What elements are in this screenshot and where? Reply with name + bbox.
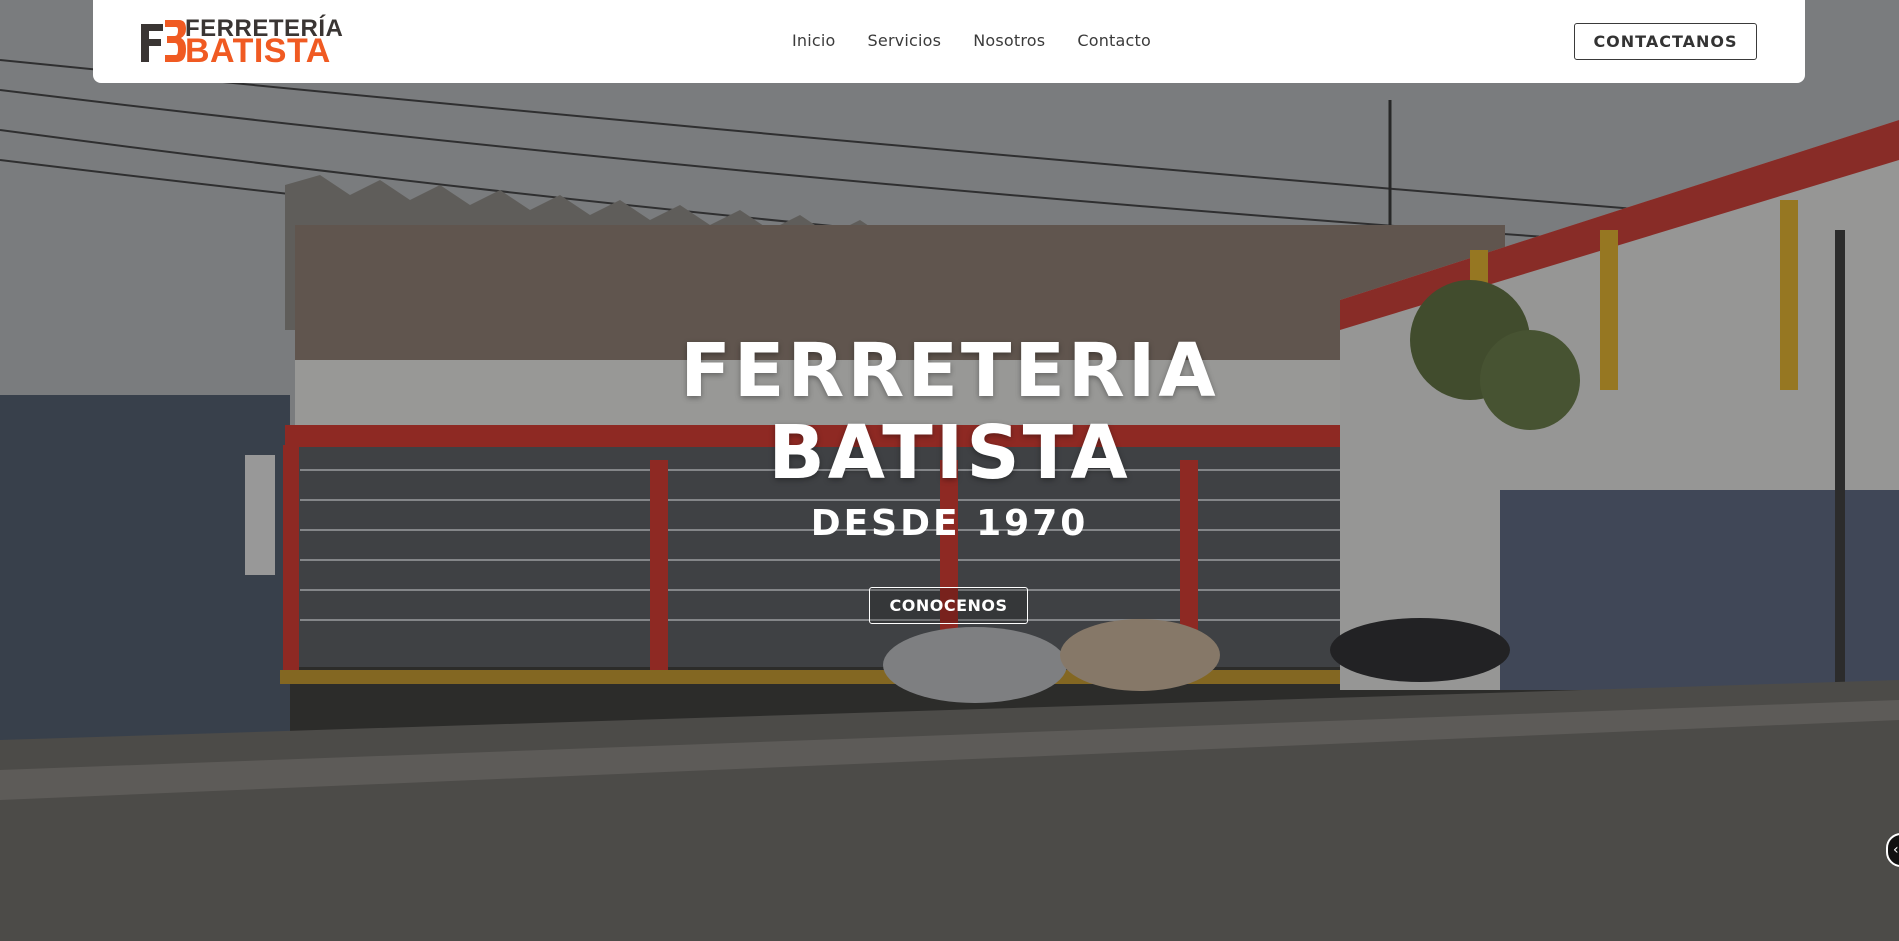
contact-button[interactable]: CONTACTANOS xyxy=(1574,23,1757,60)
brand-logo[interactable]: FERRETERÍA BATISTA xyxy=(139,16,363,70)
nav-item-contacto[interactable]: Contacto xyxy=(1077,30,1151,52)
about-us-button[interactable]: CONOCENOS xyxy=(869,587,1028,624)
hero-content: FERRETERIA BATISTA DESDE 1970 xyxy=(0,330,1899,544)
logo-text-bottom: BATISTA xyxy=(185,32,331,70)
site-header: FERRETERÍA BATISTA Inicio Servicios Noso… xyxy=(93,0,1805,83)
nav-item-inicio[interactable]: Inicio xyxy=(792,30,836,52)
nav-item-servicios[interactable]: Servicios xyxy=(868,30,942,52)
chevron-left-icon: ‹ xyxy=(1893,842,1899,858)
hero-title-line2: BATISTA xyxy=(768,410,1131,496)
main-nav: Inicio Servicios Nosotros Contacto xyxy=(792,30,1183,52)
nav-item-nosotros[interactable]: Nosotros xyxy=(973,30,1045,52)
logo-mark-icon xyxy=(141,20,186,62)
hero-subtitle: DESDE 1970 xyxy=(810,503,1089,544)
hero-title-line1: FERRETERIA xyxy=(680,328,1219,414)
